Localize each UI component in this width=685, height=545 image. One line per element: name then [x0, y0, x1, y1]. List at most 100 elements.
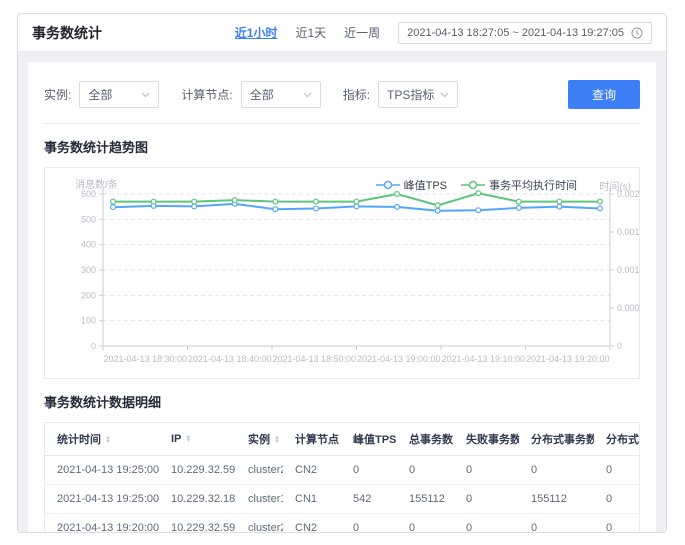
column-label: 分布式事务数 — [531, 434, 594, 446]
instance-label: 实例: — [44, 88, 72, 102]
tab-last-week[interactable]: 近一周 — [344, 24, 380, 41]
node-select[interactable]: 全部 — [240, 81, 321, 108]
svg-text:400: 400 — [81, 240, 96, 250]
svg-text:600: 600 — [81, 189, 96, 199]
cell-r2-c6: 0 — [454, 513, 519, 532]
cell-r2-c0: 2021-04-13 19:20:00 — [45, 513, 159, 532]
column-label: 统计时间 — [57, 434, 101, 446]
svg-text:0: 0 — [617, 341, 622, 351]
cell-r2-c3: CN2 — [283, 513, 341, 532]
content-card: 实例: 全部 计算节点: 全部 指标: TPS指标 查询 事务数统计趋势图 消息… — [28, 62, 656, 532]
chevron-down-icon — [440, 92, 449, 97]
svg-text:500: 500 — [81, 214, 96, 224]
column-label: 计算节点 — [295, 434, 339, 446]
column-header-7[interactable]: 分布式事务数▲▼ — [519, 423, 594, 456]
date-range-picker[interactable]: 2021-04-13 18:27:05 ~ 2021-04-13 19:27:0… — [398, 21, 652, 44]
filter-row: 实例: 全部 计算节点: 全部 指标: TPS指标 查询 — [44, 72, 640, 123]
metric-filter: 指标: TPS指标 — [342, 81, 459, 108]
instance-filter: 实例: 全部 — [44, 81, 160, 108]
tab-last-hour[interactable]: 近1小时 — [235, 24, 278, 41]
metric-label: 指标: — [342, 88, 371, 102]
cell-r1-c2: cluster1 — [236, 484, 283, 514]
svg-text:300: 300 — [81, 265, 96, 275]
metric-select-value: TPS指标 — [387, 88, 435, 102]
stats-table: 统计时间▲▼IP▲▼实例▲▼计算节点▲▼峰值TPS▲▼总事务数▲▼失败事务数▲▼… — [45, 423, 639, 532]
chart-svg: 0 100 200 300 400 500 600 0 0.0005 0.001 0.0015 0.0… — [81, 188, 640, 364]
column-header-8[interactable]: 分布式事务提交异▲▼ — [594, 423, 639, 456]
cell-r0-c7: 0 — [519, 455, 594, 485]
stats-table-wrap: 统计时间▲▼IP▲▼实例▲▼计算节点▲▼峰值TPS▲▼总事务数▲▼失败事务数▲▼… — [44, 422, 640, 532]
column-label: 实例 — [248, 434, 270, 446]
cell-r1-c0: 2021-04-13 19:25:00 — [45, 484, 159, 514]
date-range-value: 2021-04-13 18:27:05 ~ 2021-04-13 19:27:0… — [407, 26, 624, 39]
sort-icon[interactable]: ▲ ▼ — [274, 435, 280, 445]
chevron-down-icon — [141, 92, 150, 97]
cell-r0-c0: 2021-04-13 19:25:00 — [45, 455, 159, 485]
column-label: 分布式事务提交异 — [606, 434, 639, 446]
filter-divider — [44, 123, 640, 124]
page-title: 事务数统计 — [32, 24, 102, 41]
tab-last-day[interactable]: 近1天 — [295, 24, 326, 41]
cell-r0-c3: CN2 — [283, 455, 341, 485]
svg-text:2021-04-13 18:30:00: 2021-04-13 18:30:00 — [103, 354, 187, 364]
chevron-down-icon — [303, 92, 312, 97]
trend-chart: 消息数/条 峰值TPS 事务平均执行时间 时间(s) 0 100 200 300 400 5… — [44, 167, 640, 379]
column-header-2[interactable]: 实例 ▲ ▼ — [236, 423, 283, 456]
svg-text:2021-04-13 19:10:00: 2021-04-13 19:10:00 — [441, 354, 525, 364]
cell-r1-c1: 10.229.32.182 — [159, 484, 236, 514]
svg-text:0.001: 0.001 — [617, 265, 640, 275]
svg-text:2021-04-13 19:20:00: 2021-04-13 19:20:00 — [526, 354, 610, 364]
cell-r1-c8: 0 — [594, 484, 639, 514]
column-label: IP — [171, 433, 182, 445]
panel-body: 实例: 全部 计算节点: 全部 指标: TPS指标 查询 事务数统计趋势图 消息… — [18, 52, 666, 532]
svg-text:100: 100 — [81, 316, 96, 326]
node-filter: 计算节点: 全部 — [181, 81, 321, 108]
cell-r0-c5: 0 — [397, 455, 454, 485]
cell-r0-c4: 0 — [341, 455, 397, 485]
query-button[interactable]: 查询 — [567, 80, 640, 109]
svg-text:200: 200 — [81, 290, 96, 300]
column-header-3[interactable]: 计算节点▲▼ — [283, 423, 341, 456]
svg-text:2021-04-13 19:00:00: 2021-04-13 19:00:00 — [357, 354, 441, 364]
table-header: 统计时间▲▼IP▲▼实例▲▼计算节点▲▼峰值TPS▲▼总事务数▲▼失败事务数▲▼… — [45, 423, 639, 456]
cell-r2-c4: 0 — [341, 513, 397, 532]
cell-r1-c6: 0 — [454, 484, 519, 514]
svg-text:0.0015: 0.0015 — [617, 227, 640, 237]
node-label: 计算节点: — [181, 88, 233, 102]
column-header-0[interactable]: 统计时间 ▲ ▼ — [45, 423, 159, 456]
instance-select-value: 全部 — [88, 88, 113, 102]
table-row-0: 2021-04-13 19:25:00 10.229.32.59 cluster2 C… — [45, 455, 639, 485]
sort-icon[interactable]: ▲ ▼ — [105, 435, 111, 445]
chart-section-title: 事务数统计趋势图 — [44, 140, 149, 155]
table-row-1: 2021-04-13 19:25:00 10.229.32.182 cluster1… — [45, 484, 639, 514]
time-controls: 近1小时 近1天 近一周 2021-04-13 18:27:05 ~ 2021-… — [235, 21, 652, 44]
svg-text:0.002: 0.002 — [617, 189, 640, 199]
cell-r1-c3: CN1 — [283, 484, 341, 514]
column-label: 总事务数 — [409, 434, 453, 446]
table-section-title: 事务数统计数据明细 — [44, 395, 162, 410]
table-body: 2021-04-13 19:25:00 10.229.32.59 cluster2 C… — [45, 455, 639, 532]
svg-text:0.0005: 0.0005 — [617, 303, 640, 313]
column-header-4[interactable]: 峰值TPS▲▼ — [341, 423, 397, 456]
panel-header: 事务数统计 近1小时 近1天 近一周 2021-04-13 18:27:05 ~… — [18, 14, 666, 52]
cell-r0-c8: 0 — [594, 455, 639, 485]
column-header-1[interactable]: IP ▲ ▼ — [159, 423, 236, 456]
stats-panel: 事务数统计 近1小时 近1天 近一周 2021-04-13 18:27:05 ~… — [17, 13, 667, 533]
instance-select[interactable]: 全部 — [79, 81, 160, 108]
cell-r0-c6: 0 — [454, 455, 519, 485]
cell-r2-c5: 0 — [397, 513, 454, 532]
cell-r2-c1: 10.229.32.59 — [159, 513, 236, 532]
clock-icon — [631, 27, 643, 38]
column-header-6[interactable]: 失败事务数▲▼ — [454, 423, 519, 456]
cell-r1-c7: 155112 — [519, 484, 594, 514]
cell-r1-c5: 155112 — [397, 484, 454, 514]
column-label: 失败事务数 — [466, 434, 519, 446]
metric-select[interactable]: TPS指标 — [378, 81, 459, 108]
table-row-2: 2021-04-13 19:20:00 10.229.32.59 cluster2 C… — [45, 513, 639, 532]
svg-text:2021-04-13 18:40:00: 2021-04-13 18:40:00 — [188, 354, 272, 364]
cell-r2-c8: 0 — [594, 513, 639, 532]
cell-r2-c7: 0 — [519, 513, 594, 532]
sort-icon[interactable]: ▲ ▼ — [185, 434, 191, 444]
cell-r2-c2: cluster2 — [236, 513, 283, 532]
column-header-5[interactable]: 总事务数▲▼ — [397, 423, 454, 456]
